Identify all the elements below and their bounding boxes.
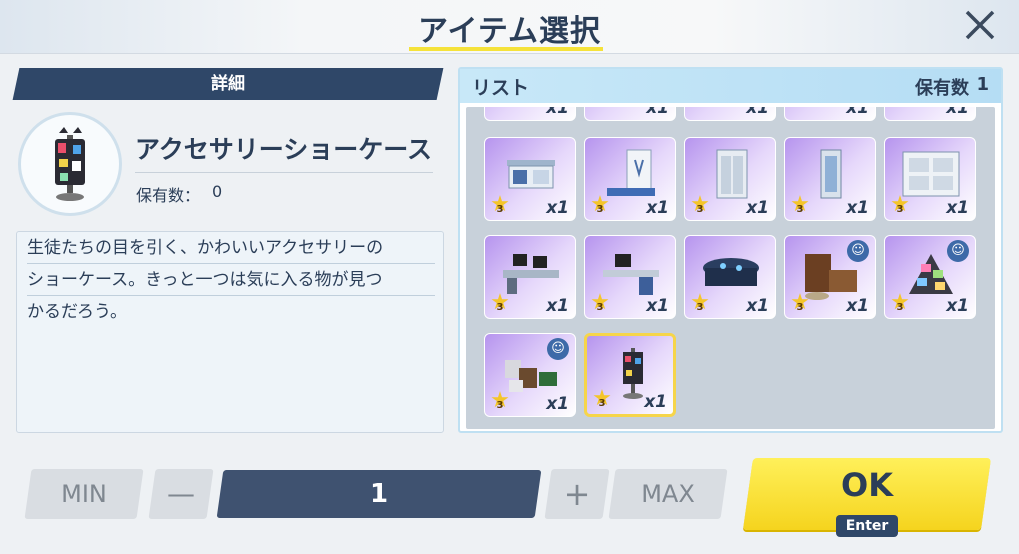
description-line: 生徒たちの目を引く、かわいいアクセサリーの	[27, 232, 435, 264]
item-card[interactable]: x1	[884, 107, 976, 121]
item-quantity: x1	[746, 107, 769, 118]
item-card[interactable]: x1	[484, 107, 576, 121]
owned-label: 保有数：	[136, 186, 201, 205]
item-quantity: x1	[546, 296, 569, 316]
item-quantity: x1	[546, 198, 569, 218]
item-card-rubble[interactable]: ☺ ★ 3 x1	[484, 333, 576, 417]
description-line: かるだろう。	[27, 302, 127, 322]
item-quantity: x1	[946, 198, 969, 218]
item-quantity: x1	[646, 198, 669, 218]
item-grid[interactable]: x1 x1 x1 x1 x1 ★ 3 x1 ★ 3 x1 ★ 3 x1 ★ 3 …	[466, 107, 995, 429]
item-quantity: x1	[846, 198, 869, 218]
item-rarity: 3	[496, 400, 504, 411]
item-card-counter[interactable]: ★ 3 x1	[484, 137, 576, 221]
item-name: アクセサリーショーケース	[135, 135, 433, 164]
item-quantity: x1	[546, 107, 569, 118]
close-button[interactable]	[958, 5, 1002, 45]
item-card-partition[interactable]: ★ 3 x1	[584, 137, 676, 221]
divider	[135, 172, 433, 173]
item-quantity: x1	[646, 296, 669, 316]
item-rarity: 3	[696, 204, 704, 215]
list-count-label: 保有数	[915, 78, 969, 99]
owned-value: 0	[212, 182, 223, 201]
description-box: 生徒たちの目を引く、かわいいアクセサリーの ショーケース。きっと一つは気に入る物…	[16, 231, 444, 433]
item-rarity: 3	[696, 302, 704, 313]
list-header: リスト 保有数 1	[460, 69, 1001, 103]
item-rarity: 3	[896, 204, 904, 215]
item-quantity: x1	[746, 296, 769, 316]
item-quantity: x1	[846, 107, 869, 118]
item-rarity: 3	[598, 398, 606, 409]
quantity-value: 1	[369, 479, 389, 509]
item-rarity: 3	[496, 204, 504, 215]
item-rarity: 3	[796, 204, 804, 215]
max-button-label[interactable]: MAX	[612, 469, 724, 519]
item-list-panel: リスト 保有数 1 x1 x1 x1 x1 x1 ★ 3 x1 ★ 3 x1 ★…	[458, 67, 1003, 433]
item-quantity: x1	[846, 296, 869, 316]
enter-shortcut-badge: Enter	[836, 515, 898, 537]
page-title: アイテム選択	[418, 14, 601, 49]
item-rarity: 3	[896, 302, 904, 313]
item-thumbnail	[18, 112, 122, 216]
item-card-tv-pile[interactable]: ☺ ★ 3 x1	[884, 235, 976, 319]
item-quantity: x1	[746, 198, 769, 218]
item-rarity: 3	[796, 302, 804, 313]
item-quantity: x1	[646, 107, 669, 118]
title-underline	[409, 47, 603, 51]
smile-badge-icon: ☺	[547, 338, 569, 360]
minus-icon[interactable]: —	[152, 469, 210, 519]
close-icon[interactable]	[962, 7, 998, 43]
item-rarity: 3	[596, 302, 604, 313]
item-card-accessory-showcase[interactable]: ★ 3 x1	[584, 333, 676, 417]
item-quantity: x1	[546, 394, 569, 414]
item-card-bookshelf[interactable]: ☺ ★ 3 x1	[784, 235, 876, 319]
item-quantity: x1	[946, 107, 969, 118]
item-card[interactable]: x1	[684, 107, 776, 121]
item-card-command-table[interactable]: ★ 3 x1	[684, 235, 776, 319]
item-card-door[interactable]: ★ 3 x1	[784, 137, 876, 221]
item-card-office-desk[interactable]: ★ 3 x1	[484, 235, 576, 319]
item-card-computer-desk[interactable]: ★ 3 x1	[584, 235, 676, 319]
accessory-showcase-icon	[55, 127, 85, 201]
item-quantity: x1	[946, 296, 969, 316]
item-card[interactable]: x1	[784, 107, 876, 121]
list-title: リスト	[472, 77, 530, 99]
plus-icon[interactable]: +	[548, 469, 606, 519]
min-button-label[interactable]: MIN	[28, 469, 140, 519]
item-card-shelf[interactable]: ★ 3 x1	[884, 137, 976, 221]
detail-header-label: 詳細	[211, 74, 245, 94]
smile-badge-icon: ☺	[947, 240, 969, 262]
item-rarity: 3	[496, 302, 504, 313]
ok-button-label[interactable]: OK	[748, 466, 986, 504]
item-card[interactable]: x1	[584, 107, 676, 121]
description-line: ショーケース。きっと一つは気に入る物が見つ	[27, 264, 435, 296]
smile-badge-icon: ☺	[847, 240, 869, 262]
item-quantity: x1	[644, 392, 667, 412]
list-count-value: 1	[976, 74, 989, 95]
item-rarity: 3	[596, 204, 604, 215]
item-card-locker[interactable]: ★ 3 x1	[684, 137, 776, 221]
